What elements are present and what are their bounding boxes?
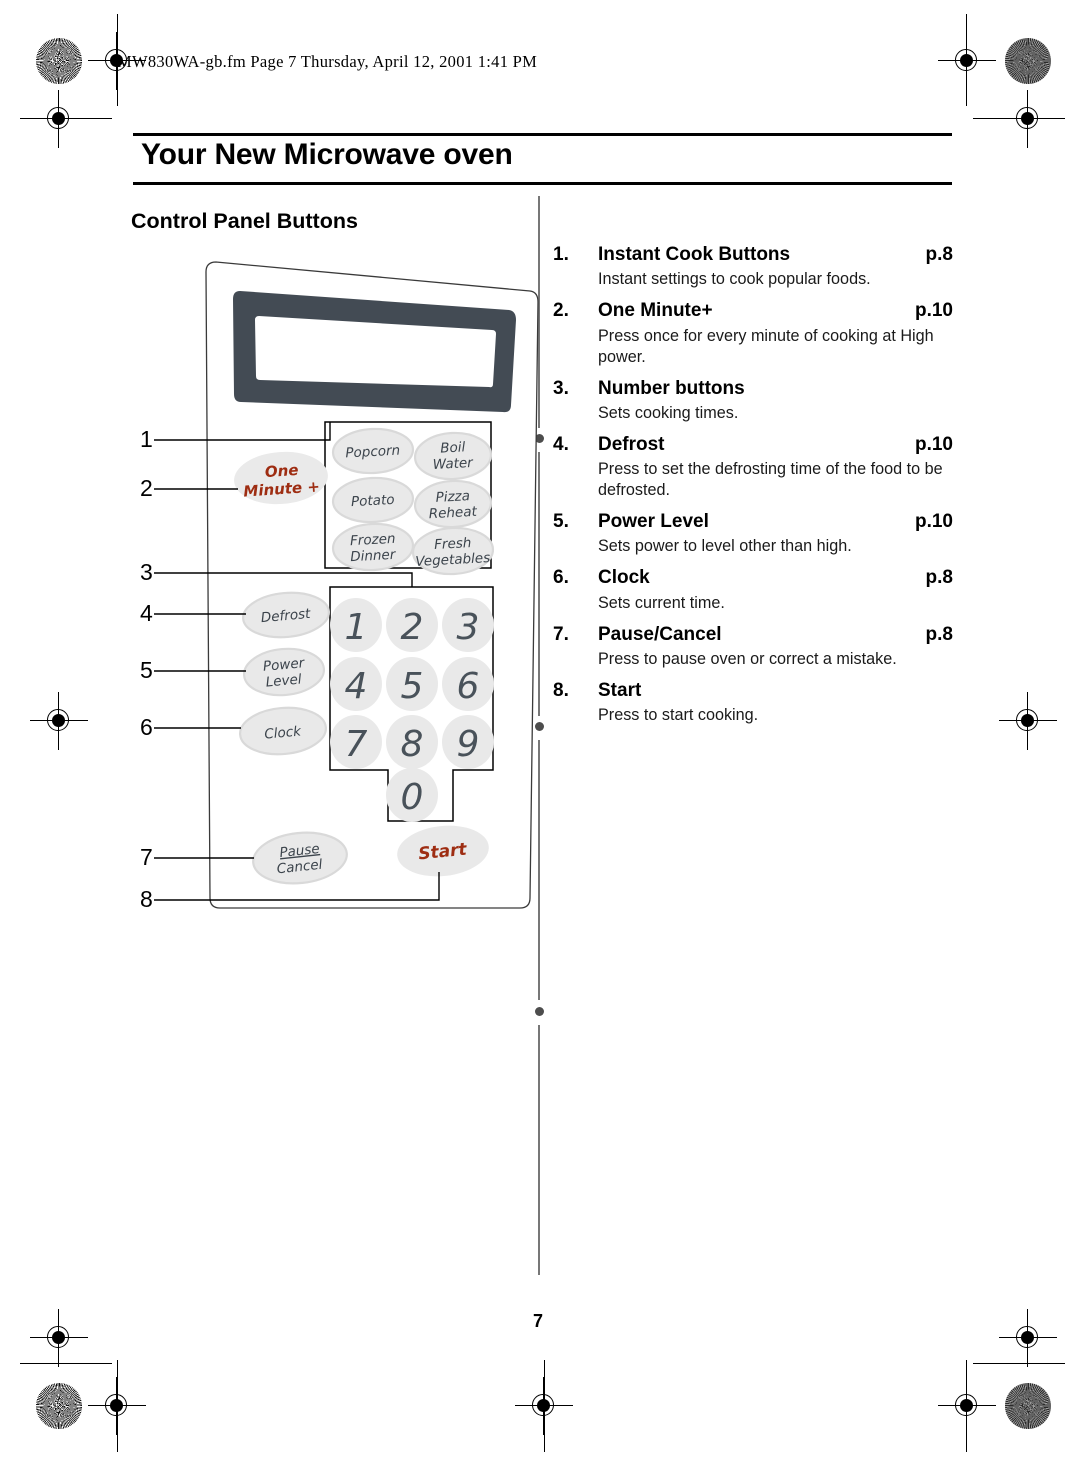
item-number: 8. [553,679,569,701]
item-number: 6. [553,567,569,589]
svg-text:Fresh: Fresh [434,535,472,553]
svg-text:8: 8 [401,724,424,765]
item-page-ref: p.10 [914,511,953,533]
svg-text:3: 3 [457,607,480,648]
svg-text:5: 5 [401,666,424,707]
trim-line-right-lower-h [973,1363,1065,1365]
item-page-ref: p.8 [925,623,953,645]
callout-number-3: 3 [140,559,153,585]
item-description: Sets cooking times. [598,403,739,422]
svg-text:2: 2 [401,607,424,648]
svg-text:1: 1 [345,607,368,648]
item-description: Press to pause oven or correct a mistake… [598,649,897,668]
starburst-mark-top-left [36,38,82,84]
svg-text:Potato: Potato [351,492,395,510]
item-label: Power Level [598,511,709,533]
document-page: MW830WA-gb.fm Page 7 Thursday, April 12,… [0,0,1085,1457]
callout-number-2: 2 [140,475,153,501]
item-label: Defrost [598,433,665,455]
item-page-ref: p.8 [925,244,953,265]
column-divider-segment-4 [538,1025,540,1275]
item-label: Instant Cook Buttons [598,244,791,265]
callout-number-6: 6 [140,714,153,740]
svg-text:Pizza: Pizza [435,488,470,506]
svg-text:4: 4 [345,666,368,707]
svg-text:Dinner: Dinner [350,547,397,565]
list-item: 1. Instant Cook Buttons p.8 Instant sett… [553,243,953,290]
item-number: 4. [553,433,569,455]
page-number: 7 [533,1311,544,1331]
item-page-ref: p.10 [914,433,953,455]
list-item: 3. Number buttons Sets cooking times. [553,377,953,424]
item-description: Sets current time. [598,593,725,612]
trim-line-left-upper-h [20,118,112,120]
trim-line-bottom-left-v [117,1360,119,1452]
svg-text:0: 0 [401,777,424,818]
item-description: Press once for every minute of cooking a… [598,326,934,366]
svg-text:Clock: Clock [264,723,303,742]
item-number: 1. [553,244,569,265]
control-panel-illustration: .btn-fill{fill:#e9e9e9;} .btn-stroke{fil… [128,250,548,930]
title-rule-bottom [133,182,952,185]
item-number: 2. [553,300,569,322]
callout-number-5: 5 [140,657,153,683]
starburst-mark-bottom-left [36,1383,82,1429]
svg-text:7: 7 [345,724,368,765]
callout-number-1: 1 [140,426,153,452]
item-page-ref: p.8 [925,567,953,589]
list-item: 7. Pause/Cancel p.8 Press to pause oven … [553,623,953,670]
item-page-ref: p.10 [914,300,953,322]
callout-number-8: 8 [140,886,153,912]
registration-mark-right-middle [999,692,1057,750]
trim-line-top-right-v [966,14,968,106]
list-item: 4. Defrost p.10 Press to set the defrost… [553,433,953,501]
svg-text:9: 9 [457,724,480,765]
page-title: Your New Microwave oven [141,138,513,171]
svg-text:Popcorn: Popcorn [345,443,401,462]
trim-line-bottom-center-v [544,1360,546,1452]
starburst-mark-top-right [1005,38,1051,84]
item-label: Number buttons [598,377,745,399]
item-description: Press to start cooking. [598,706,759,725]
list-item: 5. Power Level p.10 Sets power to level … [553,510,953,557]
callout-number-4: 4 [140,600,153,626]
item-label: Clock [598,567,650,589]
item-label: Start [598,679,642,701]
item-label: Pause/Cancel [598,623,722,645]
section-heading: Control Panel Buttons [131,209,358,233]
column-divider-bullet-3 [534,1007,544,1016]
list-item: 6. Clock p.8 Sets current time. [553,566,953,613]
registration-mark-right-lower [999,1309,1057,1367]
list-item: 8. Start Press to start cooking. [553,679,953,726]
item-description: Sets power to level other than high. [598,537,852,556]
item-number: 3. [553,377,569,399]
svg-text:Water: Water [432,455,474,473]
filename-header: MW830WA-gb.fm Page 7 Thursday, April 12,… [117,52,538,71]
item-description: Press to set the defrosting time of the … [598,460,943,500]
svg-text:Level: Level [265,671,302,690]
item-label: One Minute+ [598,300,713,322]
button-description-list: 1. Instant Cook Buttons p.8 Instant sett… [553,243,953,735]
trim-line-right-upper-h [973,118,1065,120]
item-number: 5. [553,511,569,533]
trim-line-left-lower-h [20,1363,112,1365]
item-description: Instant settings to cook popular foods. [598,270,871,289]
one-minute-label-line1: One [264,461,299,481]
callout-number-7: 7 [140,844,153,870]
registration-mark-left-middle [30,692,88,750]
registration-mark-left-lower [30,1309,88,1367]
svg-text:Boil: Boil [440,439,466,456]
svg-text:Reheat: Reheat [428,504,478,523]
starburst-mark-bottom-right [1005,1383,1051,1429]
trim-line-bottom-right-v [966,1360,968,1452]
item-number: 7. [553,623,569,645]
svg-text:6: 6 [457,666,480,707]
list-item: 2. One Minute+ p.10 Press once for every… [553,299,953,367]
title-rule-top [133,133,952,137]
